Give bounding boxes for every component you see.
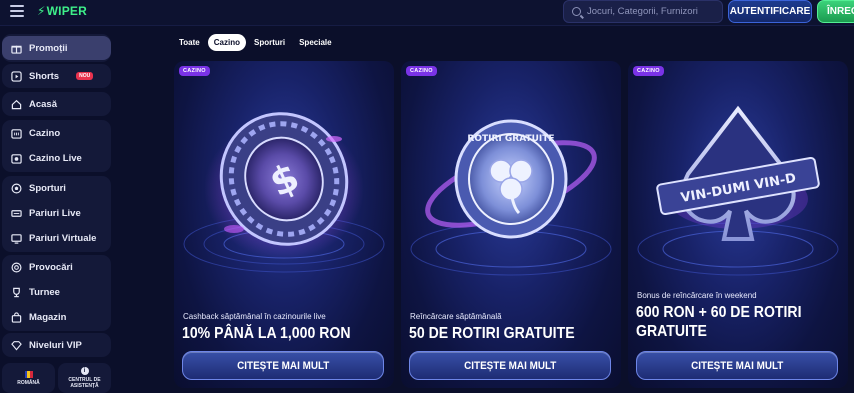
promo-subtitle: Reîncărcare săptămânală — [410, 312, 502, 321]
sidebar-item-acasa[interactable]: Acasă — [2, 92, 111, 116]
tab-toate[interactable]: Toate — [173, 34, 206, 51]
top-bar: ⚡WIPER AUTENTIFICARE ÎNREGI — [0, 0, 854, 26]
login-button[interactable]: AUTENTIFICARE — [728, 0, 812, 23]
live-bets-icon — [11, 208, 22, 219]
tab-sporturi[interactable]: Sporturi — [248, 34, 291, 51]
help-center-label: CENTRUL DE ASISTENȚĂ — [68, 377, 101, 389]
promo-card[interactable]: ROTIRI GRATUITE CAZINO Reîncărcare săptă… — [401, 61, 621, 388]
dollar-chip-art: $ — [183, 112, 385, 273]
sidebar-group-sports: Sporturi Pariuri Live Pariuri Virtuale — [2, 176, 111, 252]
play-icon — [11, 70, 22, 82]
search-icon — [572, 7, 581, 16]
sidebar-group-vip: Niveluri VIP — [2, 333, 111, 357]
soccer-ball-icon — [11, 183, 22, 194]
sidebar-item-cazino-live[interactable]: Cazino Live — [2, 146, 111, 170]
search-input[interactable] — [587, 6, 717, 17]
home-icon — [11, 99, 22, 110]
sidebar-item-label: Niveluri VIP — [29, 339, 82, 351]
sidebar-item-pariuri-live[interactable]: Pariuri Live — [2, 201, 111, 225]
sidebar-item-label: Acasă — [29, 98, 57, 110]
sidebar-item-label: Shorts — [29, 70, 60, 82]
search-box[interactable] — [563, 0, 723, 23]
sidebar-item-label: Turnee — [29, 286, 60, 298]
register-button[interactable]: ÎNREGI — [817, 0, 854, 23]
promo-card[interactable]: VIN-DUMI VIN-D CAZINO Bonus de reîncărca… — [628, 61, 848, 388]
trophy-icon — [11, 287, 22, 298]
promo-title-line-2: GRATUITE — [636, 323, 707, 340]
sidebar-item-promotii[interactable]: Promoții — [2, 36, 111, 60]
sidebar-item-magazin[interactable]: Magazin — [2, 305, 111, 329]
promo-subtitle: Bonus de reîncărcare în weekend — [637, 291, 757, 300]
coin-text: ROTIRI GRATUITE — [467, 134, 554, 144]
read-more-button[interactable]: CITEȘTE MAI MULT — [409, 351, 611, 380]
sidebar-group-promo: Promoții — [2, 34, 111, 62]
shopping-bag-icon — [11, 311, 22, 323]
read-more-button[interactable]: CITEȘTE MAI MULT — [636, 351, 838, 380]
sidebar-item-provocari[interactable]: Provocări — [2, 255, 111, 279]
promo-title: 10% PÂNĂ LA 1,000 RON — [182, 325, 351, 342]
sidebar-item-cazino[interactable]: Cazino — [2, 121, 111, 145]
sidebar-item-shorts[interactable]: Shorts NOU — [2, 64, 111, 88]
sidebar-item-niveluri-vip[interactable]: Niveluri VIP — [2, 333, 111, 357]
logo-text: WIPER — [46, 4, 87, 18]
language-selector[interactable]: ROMÂNĂ — [2, 363, 55, 393]
category-badge: CAZINO — [633, 66, 664, 76]
sidebar-item-label: Sporturi — [29, 182, 66, 194]
read-more-button[interactable]: CITEȘTE MAI MULT — [182, 351, 384, 380]
tab-speciale[interactable]: Speciale — [293, 34, 337, 51]
promo-subtitle: Cashback săptămânal în cazinourile live — [183, 312, 326, 321]
sidebar-group-extras: Provocări Turnee Magazin — [2, 255, 111, 331]
sidebar-group-shorts: Shorts NOU — [2, 64, 111, 88]
menu-icon[interactable] — [10, 5, 24, 17]
live-casino-icon — [11, 153, 22, 164]
sidebar-item-label: Promoții — [29, 42, 68, 54]
promo-card[interactable]: $ CAZINO Cashback săptămânal în cazinour… — [174, 61, 394, 388]
promo-title: 50 DE ROTIRI GRATUITE — [409, 325, 575, 342]
category-badge: CAZINO — [406, 66, 437, 76]
sidebar-item-pariuri-virtuale[interactable]: Pariuri Virtuale — [2, 226, 111, 250]
slot-machine-icon — [11, 128, 22, 139]
sidebar-group-casino: Cazino Cazino Live — [2, 120, 111, 172]
sidebar-item-label: Cazino — [29, 127, 61, 139]
help-center-button[interactable]: i CENTRUL DE ASISTENȚĂ — [58, 363, 111, 393]
category-tabs: Toate Cazino Sporturi Speciale — [173, 34, 338, 51]
new-badge: NOU — [76, 72, 94, 80]
logo[interactable]: ⚡WIPER — [37, 4, 87, 18]
language-label: ROMÂNĂ — [17, 379, 40, 386]
sidebar-group-home: Acasă — [2, 92, 111, 116]
sidebar-item-turnee[interactable]: Turnee — [2, 280, 111, 304]
sidebar-item-label: Magazin — [29, 311, 67, 323]
gift-icon — [11, 43, 22, 54]
clover-coin-art: ROTIRI GRATUITE — [410, 119, 612, 276]
tab-cazino[interactable]: Cazino — [207, 34, 246, 51]
category-badge: CAZINO — [179, 66, 210, 76]
sidebar-item-label: Pariuri Live — [29, 207, 81, 219]
sidebar-item-label: Cazino Live — [29, 152, 82, 164]
promo-title: 600 RON + 60 DE ROTIRI — [636, 304, 802, 321]
romania-flag-icon — [24, 370, 33, 378]
spade-emblem-art: VIN-DUMI VIN-D — [637, 105, 839, 276]
info-icon: i — [80, 367, 89, 375]
target-icon — [11, 262, 22, 273]
diamond-icon — [11, 340, 22, 351]
virtual-bets-icon — [11, 233, 22, 244]
sidebar-item-label: Pariuri Virtuale — [29, 232, 97, 244]
sidebar-item-sporturi[interactable]: Sporturi — [2, 176, 111, 200]
sidebar-item-label: Provocări — [29, 261, 73, 273]
sidebar: Promoții Shorts NOU Acasă Cazino Cazino … — [0, 26, 116, 393]
bolt-icon: ⚡ — [37, 4, 46, 18]
